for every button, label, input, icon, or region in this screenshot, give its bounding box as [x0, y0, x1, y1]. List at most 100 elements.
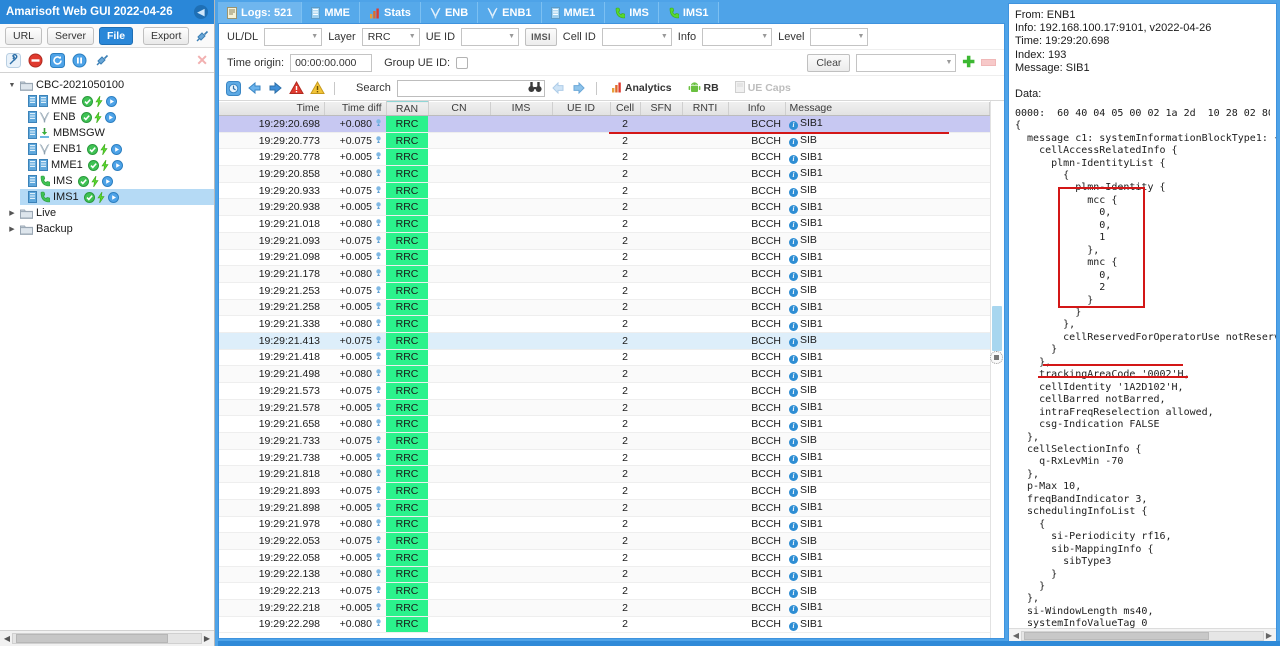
resize-grip[interactable] [990, 351, 1003, 364]
table-row[interactable]: 19:29:21.658 +0.080 RRC 2 BCCH i SIB1 [219, 415, 990, 434]
table-row[interactable]: 19:29:21.093 +0.075 RRC 2 BCCH i SIB [219, 232, 990, 250]
col-rnti[interactable]: RNTI [682, 101, 729, 116]
clear-button[interactable]: Clear [807, 53, 851, 72]
tree-item-mme[interactable]: MME [20, 93, 214, 109]
tree-item-mbmsgw[interactable]: MBMSGW [20, 125, 214, 141]
col-ran[interactable]: RAN [386, 101, 429, 116]
tab-enb1[interactable]: ENB1 [478, 2, 542, 23]
level-select[interactable]: ▼ [810, 27, 869, 46]
rb-button[interactable]: RB [683, 80, 724, 97]
stop-icon[interactable] [28, 53, 43, 68]
wrench-icon[interactable] [6, 52, 21, 68]
col-message[interactable]: Message [785, 101, 990, 116]
play-icon[interactable] [111, 159, 123, 171]
table-row[interactable]: 19:29:21.893 +0.075 RRC 2 BCCH i SIB [219, 482, 990, 500]
search-input[interactable] [396, 79, 545, 97]
tree-item-backup[interactable]: ▶ Backup [0, 221, 214, 237]
scroll-thumb[interactable] [992, 306, 1002, 351]
tab-stats[interactable]: Stats [360, 2, 421, 23]
power-bolt-icon[interactable] [94, 111, 102, 123]
table-row[interactable]: 19:29:22.058 +0.005 RRC 2 BCCH i SIB1 [219, 549, 990, 567]
table-row[interactable]: 19:29:20.698 +0.080 RRC 2 BCCH i SIB1 [219, 115, 990, 133]
table-row[interactable]: 19:29:21.018 +0.080 RRC 2 BCCH i SIB1 [219, 215, 990, 233]
chevron-down-icon[interactable]: ▼ [6, 82, 18, 89]
play-icon[interactable] [105, 95, 117, 107]
server-button[interactable]: Server [47, 26, 94, 45]
table-row[interactable]: 19:29:20.933 +0.075 RRC 2 BCCH i SIB [219, 182, 990, 200]
prev-arrow-icon[interactable] [551, 81, 566, 96]
table-row[interactable]: 19:29:21.098 +0.005 RRC 2 BCCH i SIB1 [219, 249, 990, 267]
table-row[interactable]: 19:29:20.858 +0.080 RRC 2 BCCH i SIB1 [219, 165, 990, 183]
ueid-select[interactable]: ▼ [461, 27, 520, 46]
imsi-button[interactable]: IMSI [525, 27, 557, 46]
close-icon[interactable]: ✕ [196, 52, 208, 69]
col-sfn[interactable]: SFN [640, 101, 683, 116]
table-row[interactable]: 19:29:20.773 +0.075 RRC 2 BCCH i SIB [219, 132, 990, 150]
tab-ims[interactable]: IMS [605, 2, 659, 23]
forward-arrow-icon[interactable] [268, 81, 283, 96]
table-row[interactable]: 19:29:21.733 +0.075 RRC 2 BCCH i SIB [219, 432, 990, 450]
scroll-right-icon[interactable]: ▶ [1264, 631, 1274, 640]
tab-enb[interactable]: ENB [420, 2, 479, 23]
file-button[interactable]: File [98, 26, 134, 45]
power-bolt-icon[interactable] [101, 159, 109, 171]
scroll-track[interactable] [992, 101, 1003, 638]
table-row[interactable]: 19:29:22.298 +0.080 RRC 2 BCCH i SIB1 [219, 616, 990, 634]
table-row[interactable]: 19:29:21.898 +0.005 RRC 2 BCCH i SIB1 [219, 499, 990, 517]
uldl-select[interactable]: ▼ [264, 27, 323, 46]
col-cn[interactable]: CN [428, 101, 491, 116]
tree-item-ims1[interactable]: IMS1 [20, 189, 214, 205]
uecaps-button[interactable]: UE Caps [730, 80, 796, 97]
error-icon[interactable] [289, 81, 304, 96]
power-bolt-icon[interactable] [97, 191, 105, 203]
scroll-track[interactable] [1021, 630, 1264, 641]
col-time-diff[interactable]: Time diff [324, 101, 387, 116]
table-row[interactable]: 19:29:21.573 +0.075 RRC 2 BCCH i SIB [219, 382, 990, 400]
tree-item-enb1[interactable]: ENB1 [20, 141, 214, 157]
export-button[interactable]: Export [143, 26, 190, 45]
table-row[interactable]: 19:29:22.218 +0.005 RRC 2 BCCH i SIB1 [219, 599, 990, 617]
table-row[interactable]: 19:29:21.498 +0.080 RRC 2 BCCH i SIB1 [219, 365, 990, 383]
scroll-right-icon[interactable]: ▶ [202, 634, 212, 643]
plus-icon[interactable]: ✚ [962, 55, 975, 70]
play-icon[interactable] [101, 175, 113, 187]
cellid-select[interactable]: ▼ [601, 27, 672, 46]
tree-item-ims[interactable]: IMS [20, 173, 214, 189]
power-bolt-icon[interactable] [91, 175, 99, 187]
scroll-track[interactable] [12, 633, 202, 644]
chevron-right-icon[interactable]: ▶ [6, 209, 18, 217]
scroll-thumb[interactable] [1024, 631, 1209, 640]
table-row[interactable]: 19:29:21.338 +0.080 RRC 2 BCCH i SIB1 [219, 315, 990, 333]
scroll-thumb[interactable] [16, 634, 168, 643]
table-row[interactable]: 19:29:22.053 +0.075 RRC 2 BCCH i SIB [219, 532, 990, 550]
power-bolt-icon[interactable] [95, 95, 103, 107]
table-row[interactable]: 19:29:22.213 +0.075 RRC 2 BCCH i SIB [219, 582, 990, 600]
play-icon[interactable] [107, 191, 119, 203]
table-row[interactable]: 19:29:21.253 +0.075 RRC 2 BCCH i SIB [219, 282, 990, 300]
table-row[interactable]: 19:29:20.778 +0.005 RRC 2 BCCH i SIB1 [219, 148, 990, 167]
group-ueid-checkbox[interactable] [456, 56, 469, 69]
table-row[interactable]: 19:29:21.418 +0.005 RRC 2 BCCH i SIB1 [219, 349, 990, 367]
plug-icon[interactable] [94, 53, 109, 68]
table-row[interactable]: 19:29:21.178 +0.080 RRC 2 BCCH i SIB1 [219, 265, 990, 283]
tab-mme[interactable]: MME [302, 2, 361, 23]
table-row[interactable]: 19:29:21.818 +0.080 RRC 2 BCCH i SIB1 [219, 465, 990, 484]
info-select[interactable]: ▼ [702, 27, 773, 46]
plug-icon[interactable] [194, 28, 209, 43]
clock-icon[interactable] [226, 80, 241, 96]
time-origin-input[interactable]: 00:00:00.000 [290, 53, 373, 72]
minus-icon[interactable] [981, 59, 996, 66]
col-ue-id[interactable]: UE ID [552, 101, 611, 116]
preset-select[interactable]: ▼ [856, 53, 957, 72]
next-arrow-icon[interactable] [572, 81, 587, 96]
log-vertical-scrollbar[interactable] [990, 101, 1004, 638]
table-row[interactable]: 19:29:21.578 +0.005 RRC 2 BCCH i SIB1 [219, 399, 990, 417]
tree-item-mme1[interactable]: MME1 [20, 157, 214, 173]
pause-icon[interactable] [72, 53, 87, 68]
back-arrow-icon[interactable] [247, 81, 262, 96]
binoculars-icon[interactable] [528, 81, 542, 96]
col-time[interactable]: Time [219, 101, 325, 116]
tree-item-cbc[interactable]: ▼ CBC-2021050100 [0, 77, 214, 93]
url-button[interactable]: URL [5, 26, 43, 45]
chevron-right-icon[interactable]: ▶ [6, 225, 18, 233]
